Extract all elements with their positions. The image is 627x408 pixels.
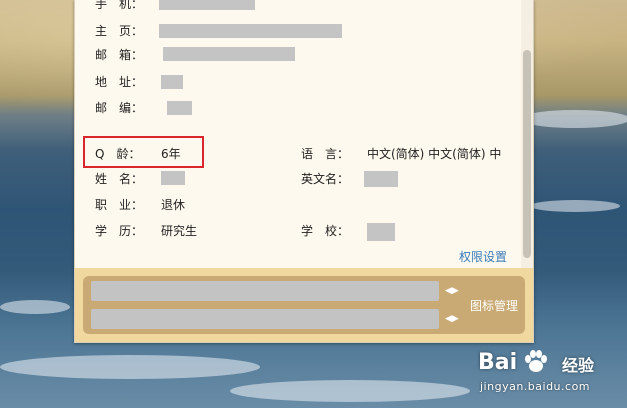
phone-label: 手 机： — [95, 0, 144, 11]
jingyan-text: 经验 — [562, 356, 595, 375]
name-label: 姓 名： — [95, 172, 144, 186]
wave-foam — [520, 110, 627, 128]
profile-panel: 手 机： 主 页： 邮 箱： 地 址： 邮 编： Q 龄： 6年 语 言： 中文… — [74, 0, 534, 343]
english-name-value-masked — [364, 171, 398, 187]
name-value-masked — [161, 171, 185, 185]
zip-value-masked — [167, 101, 192, 115]
scrollbar-thumb[interactable] — [523, 50, 531, 258]
job-label: 职 业： — [95, 198, 144, 212]
icon-strip-2-arrows[interactable]: ◀▶ — [445, 309, 465, 329]
job-value: 退休 — [161, 198, 186, 212]
phone-row: 手 机： — [95, 0, 395, 14]
school-row: 学 校： — [301, 221, 501, 241]
icon-strip-1-arrows[interactable]: ◀▶ — [445, 281, 465, 301]
language-label: 语 言： — [301, 147, 350, 161]
footer-area: ◀▶ ◀▶ 图标管理 — [75, 268, 533, 342]
paw-icon — [525, 350, 547, 372]
homepage-label: 主 页： — [95, 24, 144, 38]
wave-foam — [230, 380, 470, 402]
baidu-jingyan-watermark: Bai 经验 jingyan.baidu.com — [476, 342, 627, 408]
baidu-logo-text: Bai — [478, 350, 518, 375]
watermark-url: jingyan.baidu.com — [480, 380, 591, 393]
language-value: 中文(简体) 中文(简体) 中 — [367, 147, 502, 161]
vertical-scrollbar[interactable] — [521, 0, 533, 268]
address-row: 地 址： — [95, 72, 395, 92]
homepage-value-masked — [159, 24, 342, 38]
english-name-label: 英文名： — [301, 172, 350, 186]
email-label: 邮 箱： — [95, 48, 144, 62]
wave-foam — [530, 200, 620, 212]
language-row: 语 言： 中文(简体) 中文(简体) 中 — [301, 144, 531, 164]
school-label: 学 校： — [301, 224, 350, 238]
education-label: 学 历： — [95, 224, 144, 238]
zip-label: 邮 编： — [95, 101, 144, 115]
zip-row: 邮 编： — [95, 98, 395, 118]
email-value-masked — [163, 47, 295, 61]
address-value-masked — [161, 75, 183, 89]
email-row: 邮 箱： — [95, 45, 395, 65]
wave-foam — [0, 355, 260, 379]
english-name-row: 英文名： — [301, 169, 501, 189]
icon-manage-button[interactable]: 图标管理 — [470, 297, 518, 314]
icon-manage-box: ◀▶ ◀▶ 图标管理 — [83, 276, 525, 334]
education-row: 学 历： 研究生 — [95, 221, 295, 241]
school-value-masked — [367, 223, 395, 241]
address-label: 地 址： — [95, 75, 144, 89]
permission-settings-link[interactable]: 权限设置 — [459, 248, 507, 265]
qage-highlight-box — [83, 136, 204, 168]
icon-strip-1 — [91, 281, 439, 301]
name-row: 姓 名： — [95, 169, 295, 189]
education-value: 研究生 — [161, 224, 198, 238]
phone-value-masked — [159, 0, 255, 10]
wave-foam — [0, 300, 70, 314]
homepage-row: 主 页： — [95, 21, 395, 41]
icon-strip-2 — [91, 309, 439, 329]
job-row: 职 业： 退休 — [95, 195, 295, 215]
